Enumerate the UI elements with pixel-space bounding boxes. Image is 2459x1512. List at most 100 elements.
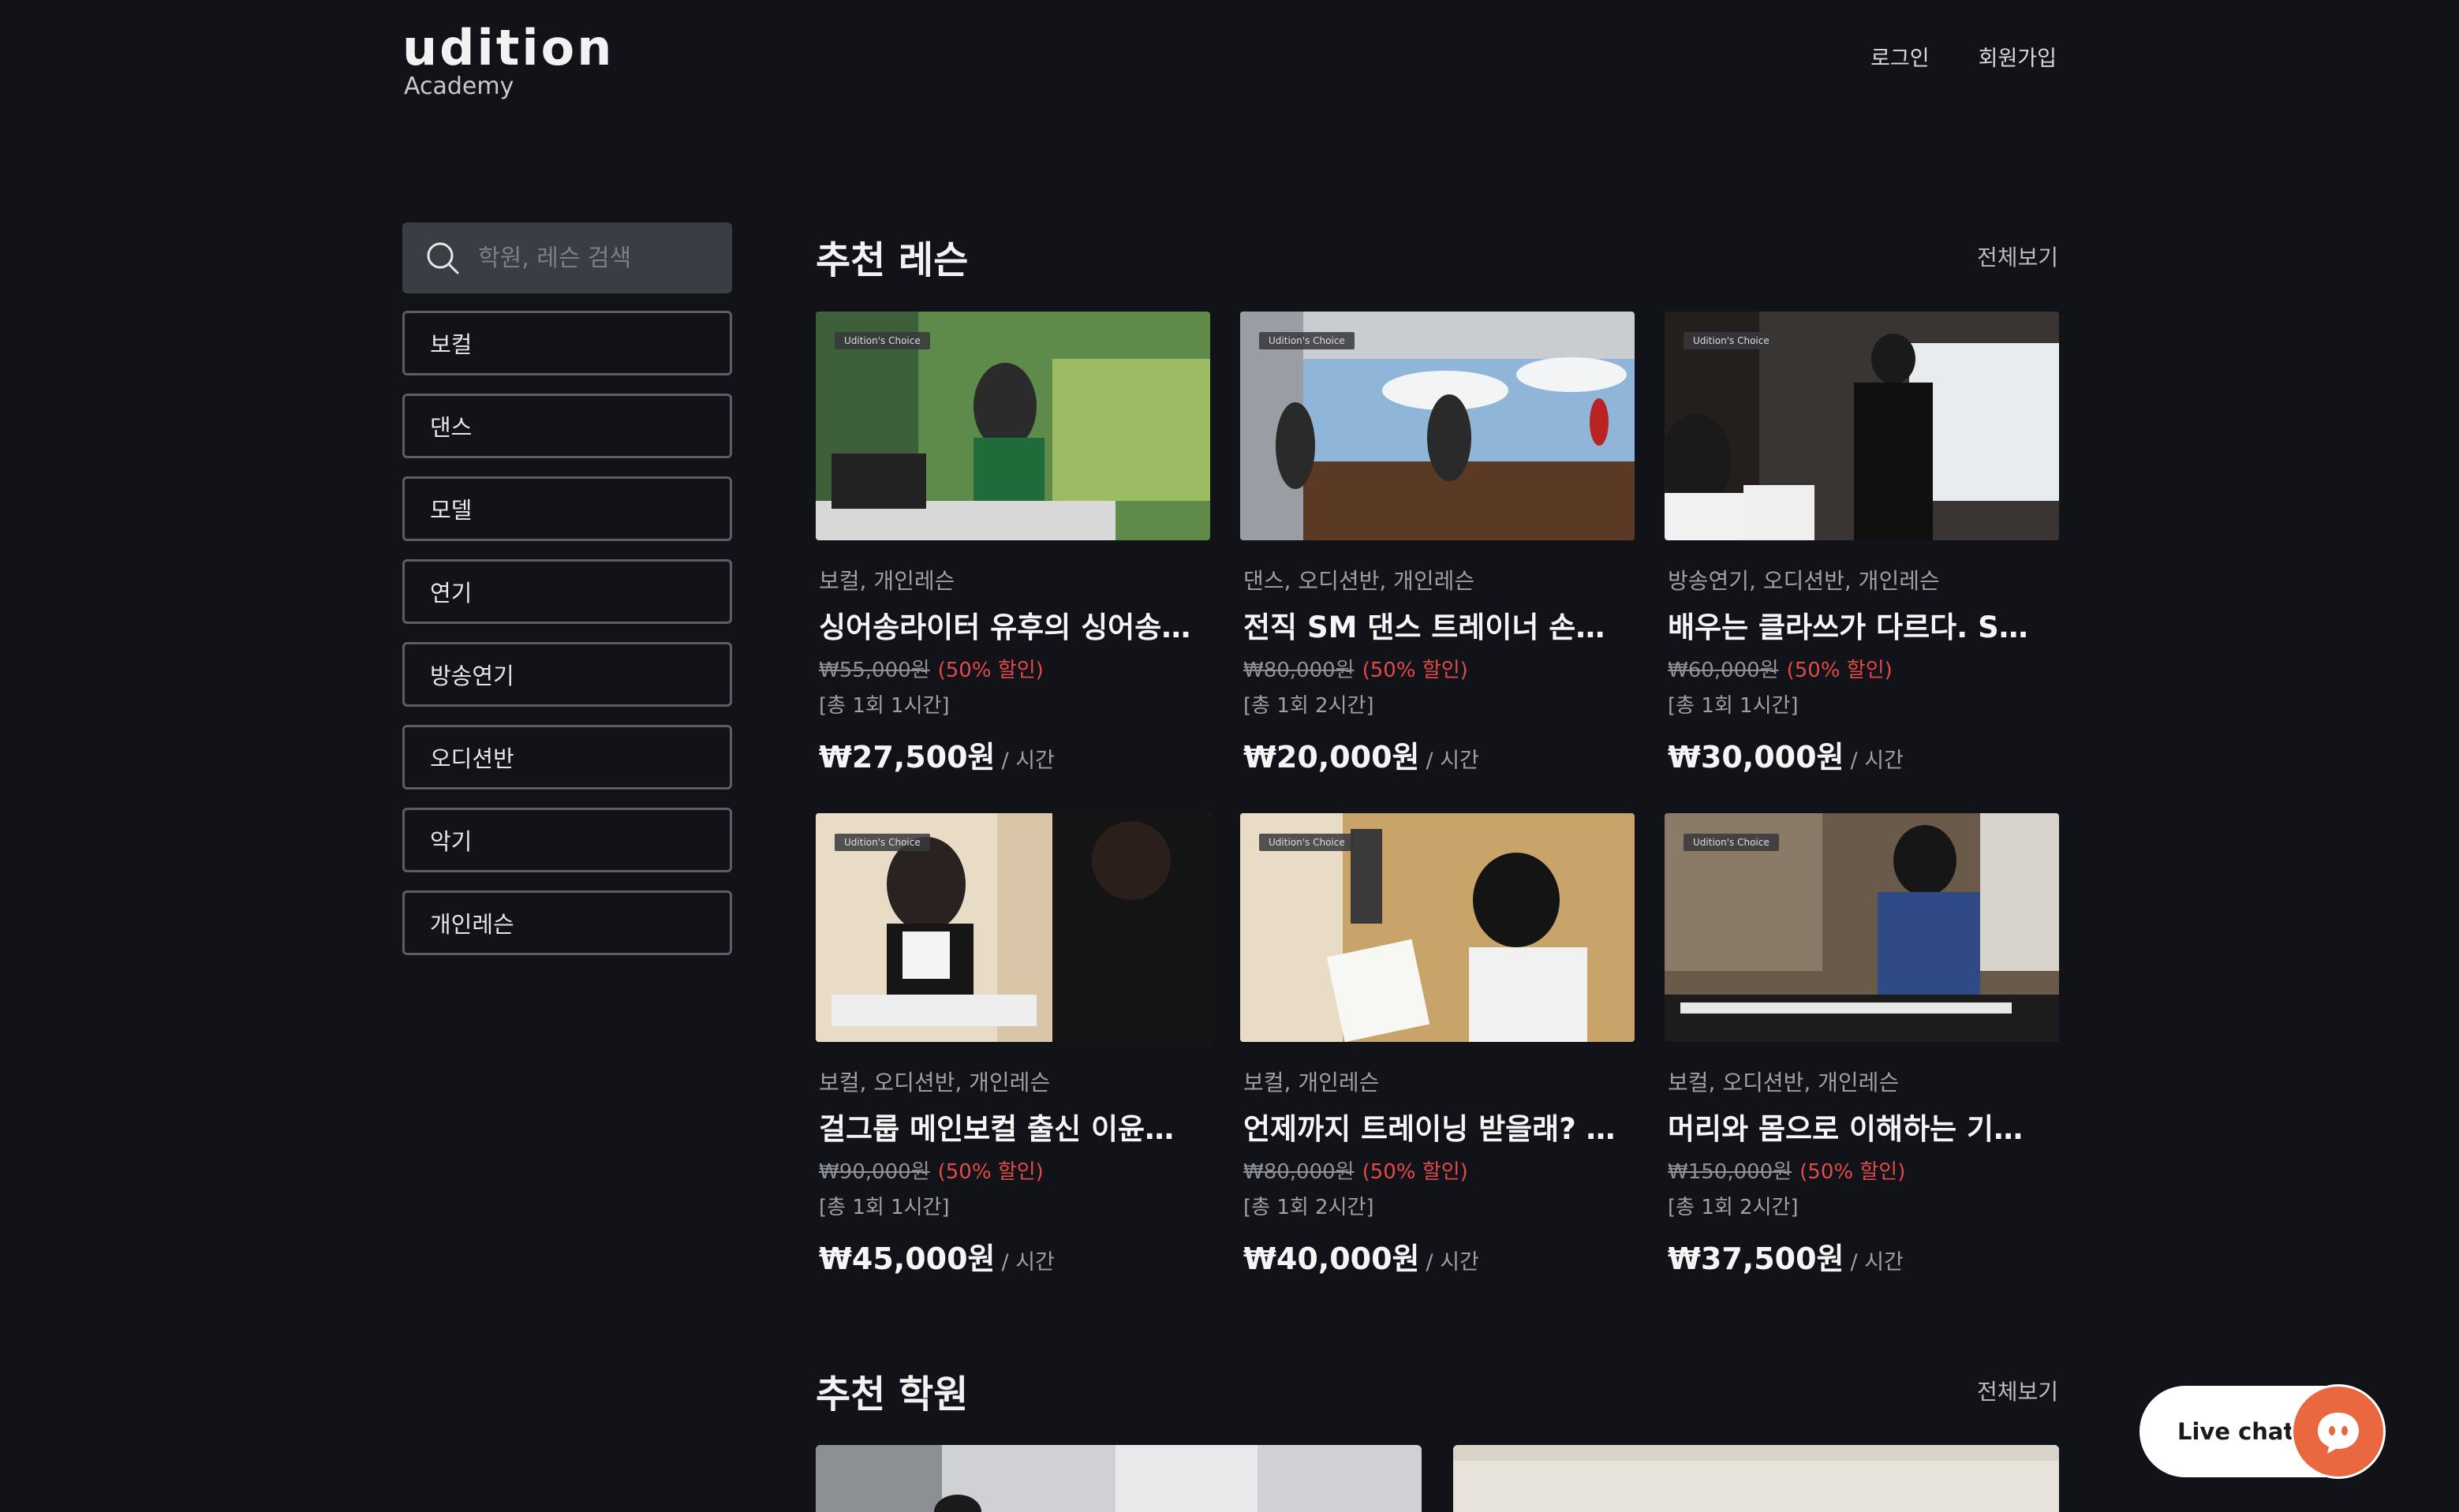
login-link[interactable]: 로그인 — [1870, 41, 1930, 72]
lesson-title: 머리와 몸으로 이해하는 기본기 보컬 클래스 — [1668, 1112, 2043, 1146]
price-unit: / 시간 — [1426, 1250, 1479, 1275]
price-line: ₩55,000원 (50% 할인) — [816, 654, 1210, 683]
lesson-title: 걸그룹 메인보컬 출신 이윤지의 보컬 레슨 — [819, 1112, 1194, 1146]
lesson-title: 배우는 클라쓰가 다르다. SBS 공채 출신 배우의 연기 수업 — [1668, 610, 2043, 644]
lesson-thumbnail: Udition's Choice — [1240, 813, 1635, 1042]
discount-label: (50% 할인) — [937, 1160, 1044, 1184]
price-line: ₩80,000원 (50% 할인) — [1240, 1155, 1635, 1185]
price-line: ₩90,000원 (50% 할인) — [816, 1155, 1210, 1185]
category-dance[interactable]: 댄스 — [402, 394, 732, 458]
price-line: ₩60,000원 (50% 할인) — [1665, 654, 2059, 683]
choice-badge: Udition's Choice — [1259, 834, 1355, 851]
lesson-tags: 보컬, 개인레슨 — [819, 568, 955, 594]
top-nav: 로그인 회원가입 — [1870, 41, 2057, 72]
search-input[interactable] — [478, 244, 715, 272]
original-price: ₩90,000원 — [819, 1160, 930, 1184]
category-audition[interactable]: 오디션반 — [402, 725, 732, 790]
category-instrument[interactable]: 악기 — [402, 808, 732, 872]
lessons-section-title: 추천 레슨 — [816, 238, 969, 282]
search-box[interactable] — [402, 222, 732, 293]
lesson-thumbnail: Udition's Choice — [1240, 312, 1635, 540]
lesson-tags: 보컬, 개인레슨 — [1243, 1070, 1380, 1096]
lesson-duration: [총 1회 1시간] — [1668, 694, 1799, 718]
live-chat-widget[interactable]: Live chat — [2139, 1384, 2392, 1479]
chat-bubble-icon[interactable] — [2291, 1384, 2386, 1479]
discount-label: (50% 할인) — [1362, 1160, 1468, 1184]
lesson-title: 전직 SM 댄스 트레이너 손혜진의 댄스 클래스 — [1243, 610, 1619, 644]
lesson-duration: [총 1회 2시간] — [1243, 694, 1374, 718]
signup-link[interactable]: 회원가입 — [1979, 41, 2057, 72]
discount-label: (50% 할인) — [1362, 659, 1468, 682]
category-vocal[interactable]: 보컬 — [402, 311, 732, 375]
original-price: ₩60,000원 — [1668, 659, 1779, 682]
discount-label: (50% 할인) — [1786, 659, 1893, 682]
lesson-tags: 보컬, 오디션반, 개인레슨 — [819, 1070, 1051, 1096]
choice-badge: Udition's Choice — [1684, 834, 1779, 851]
price-line: ₩80,000원 (50% 할인) — [1240, 654, 1635, 683]
discount-label: (50% 할인) — [937, 659, 1044, 682]
academies-section-title: 추천 학원 — [816, 1372, 969, 1417]
final-price: ₩45,000원 — [819, 1241, 996, 1276]
final-price: ₩40,000원 — [1243, 1241, 1420, 1276]
choice-badge: Udition's Choice — [1259, 332, 1355, 349]
discount-label: (50% 할인) — [1799, 1160, 1906, 1184]
lesson-tags: 보컬, 오디션반, 개인레슨 — [1668, 1070, 1900, 1096]
final-price-line: ₩40,000원 / 시간 — [1240, 1234, 1635, 1278]
page: udition Academy 로그인 회원가입 보컬 댄스 모델 연기 방송연… — [0, 0, 2459, 1512]
lesson-title: 언제까지 트레이닝 받을래? 보컬 트레이닝 클래스 — [1243, 1112, 1619, 1146]
final-price-line: ₩30,000원 / 시간 — [1665, 733, 2059, 776]
lesson-thumbnail: Udition's Choice — [1665, 813, 2059, 1042]
academies-see-all-link[interactable]: 전체보기 — [1977, 1375, 2058, 1406]
category-model[interactable]: 모델 — [402, 476, 732, 541]
lessons-see-all-link[interactable]: 전체보기 — [1977, 241, 2058, 272]
choice-badge: Udition's Choice — [835, 834, 930, 851]
final-price-line: ₩20,000원 / 시간 — [1240, 733, 1635, 776]
search-icon — [427, 242, 459, 274]
lesson-card[interactable]: Udition's Choice 댄스, 오디션반, 개인레슨 전직 SM 댄스… — [1240, 312, 1635, 813]
lesson-thumbnail: Udition's Choice — [816, 312, 1210, 540]
original-price: ₩80,000원 — [1243, 1160, 1355, 1184]
category-acting[interactable]: 연기 — [402, 559, 732, 624]
original-price: ₩55,000원 — [819, 659, 930, 682]
lesson-tags: 댄스, 오디션반, 개인레슨 — [1243, 568, 1475, 594]
price-unit: / 시간 — [1001, 749, 1055, 773]
brand-name: udition — [402, 19, 615, 77]
lesson-card[interactable]: Udition's Choice 보컬, 개인레슨 언제까지 트레이닝 받을래?… — [1240, 813, 1635, 1315]
lesson-thumbnail: Udition's Choice — [1665, 312, 2059, 540]
lesson-grid: Udition's Choice 보컬, 개인레슨 싱어송라이터 유후의 싱어송… — [816, 312, 2059, 1315]
academy-card[interactable] — [1453, 1445, 2059, 1512]
brand-logo[interactable]: udition Academy — [402, 19, 615, 100]
lesson-duration: [총 1회 1시간] — [819, 1196, 950, 1219]
price-line: ₩150,000원 (50% 할인) — [1665, 1155, 2059, 1185]
lesson-card[interactable]: Udition's Choice 보컬, 오디션반, 개인레슨 걸그룹 메인보컬… — [816, 813, 1210, 1315]
academy-card[interactable] — [816, 1445, 1422, 1512]
category-broadcast-acting[interactable]: 방송연기 — [402, 642, 732, 707]
price-unit: / 시간 — [1426, 749, 1479, 773]
choice-badge: Udition's Choice — [835, 332, 930, 349]
original-price: ₩80,000원 — [1243, 659, 1355, 682]
final-price: ₩27,500원 — [819, 740, 996, 775]
lesson-duration: [총 1회 2시간] — [1668, 1196, 1799, 1219]
choice-badge: Udition's Choice — [1684, 332, 1779, 349]
academies-section-header: 추천 학원 전체보기 — [816, 1363, 2058, 1418]
lessons-section-header: 추천 레슨 전체보기 — [816, 229, 2058, 284]
original-price: ₩150,000원 — [1668, 1160, 1792, 1184]
category-private-lesson[interactable]: 개인레슨 — [402, 890, 732, 955]
lesson-title: 싱어송라이터 유후의 싱어송라이팅 클래스 — [819, 610, 1194, 644]
lesson-card[interactable]: Udition's Choice 보컬, 개인레슨 싱어송라이터 유후의 싱어송… — [816, 312, 1210, 813]
academy-row — [816, 1445, 2059, 1512]
final-price: ₩20,000원 — [1243, 740, 1420, 775]
final-price-line: ₩27,500원 / 시간 — [816, 733, 1210, 776]
lesson-duration: [총 1회 2시간] — [1243, 1196, 1374, 1219]
sidebar: 보컬 댄스 모델 연기 방송연기 오디션반 악기 개인레슨 — [402, 222, 732, 973]
lesson-card[interactable]: Udition's Choice 보컬, 오디션반, 개인레슨 머리와 몸으로 … — [1665, 813, 2059, 1315]
price-unit: / 시간 — [1850, 1250, 1904, 1275]
lesson-tags: 방송연기, 오디션반, 개인레슨 — [1668, 568, 1940, 594]
final-price: ₩37,500원 — [1668, 1241, 1844, 1276]
price-unit: / 시간 — [1850, 749, 1904, 773]
lesson-thumbnail: Udition's Choice — [816, 813, 1210, 1042]
brand-sub: Academy — [404, 73, 514, 100]
price-unit: / 시간 — [1001, 1250, 1055, 1275]
final-price-line: ₩37,500원 / 시간 — [1665, 1234, 2059, 1278]
lesson-card[interactable]: Udition's Choice 방송연기, 오디션반, 개인레슨 배우는 클라… — [1665, 312, 2059, 813]
